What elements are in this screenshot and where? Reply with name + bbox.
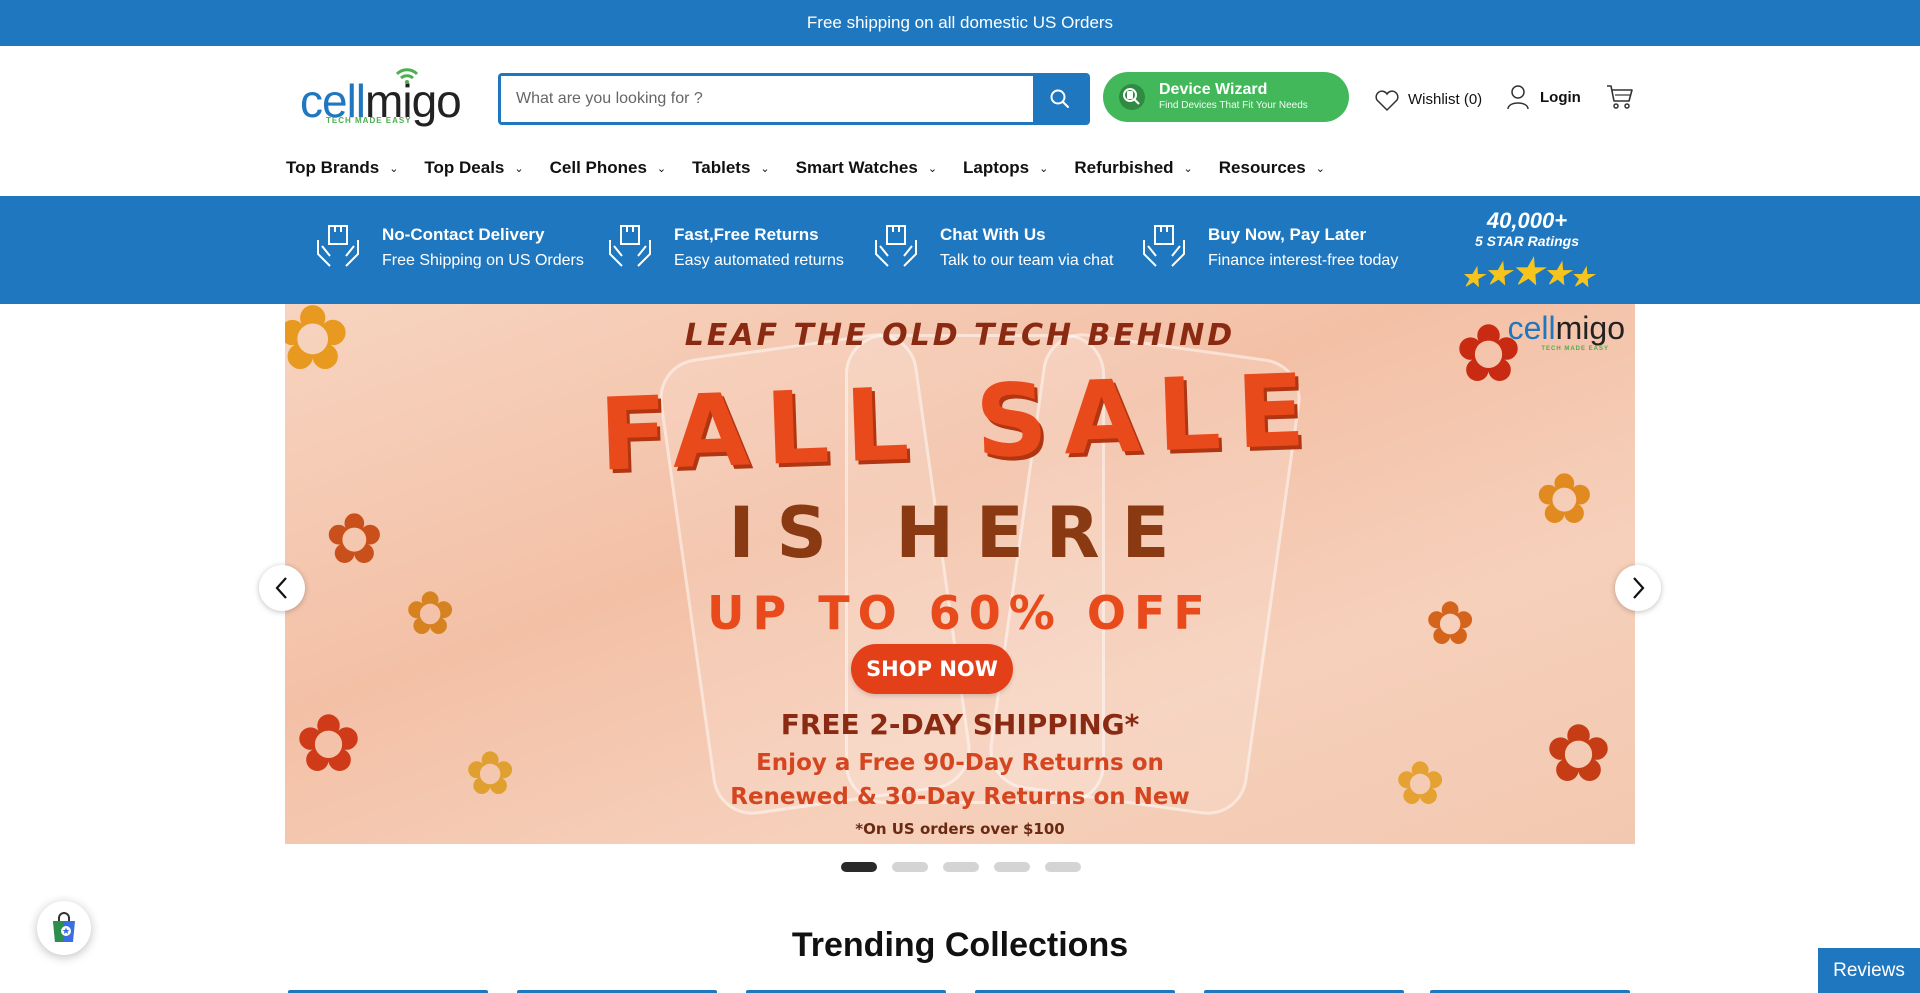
feature-title: Buy Now, Pay Later [1208,225,1367,244]
chevron-left-icon [275,577,287,599]
nav-item-smart-watches[interactable]: Smart Watches ⌄ [796,158,937,178]
wishlist-label: Wishlist (0) [1408,90,1483,108]
hands-box-icon [609,225,651,267]
banner-returns-line2: Renewed & 30-Day Returns on New [730,784,1190,810]
banner-headline: FALL SALE [597,351,1323,494]
feature-fast-free-returns: Fast,Free Returns Easy automated returns [608,224,844,274]
feature-buy-now-pay-later: Buy Now, Pay Later Finance interest-free… [1142,224,1398,274]
banner-footnote: *On US orders over $100 [855,820,1065,838]
chevron-down-icon: ⌄ [389,162,399,175]
cart-icon [1607,85,1633,109]
wifi-icon [395,68,419,84]
device-wizard-button[interactable]: Device Wizard Find Devices That Fit Your… [1103,72,1349,122]
feature-subtitle: Finance interest-free today [1208,252,1399,269]
chevron-down-icon: ⌄ [1183,162,1193,175]
feature-title: Fast,Free Returns [674,225,819,244]
wizard-icon [1119,84,1145,110]
feature-no-contact-delivery: No-Contact Delivery Free Shipping on US … [316,224,584,274]
search-input[interactable] [501,76,1033,122]
banner-logo-tagline: TECH MADE EASY [1541,346,1609,352]
hands-box-icon [875,225,917,267]
feature-title: Chat With Us [940,225,1046,244]
carousel-dot[interactable] [841,862,877,872]
banner-shipping: FREE 2-DAY SHIPPING* [780,708,1140,741]
device-wizard-title: Device Wizard [1159,81,1268,98]
reviews-tab[interactable]: Reviews [1818,948,1920,993]
shop-app-button[interactable] [37,901,91,955]
star-icon: ★ [1570,262,1594,292]
nav-item-refurbished[interactable]: Refurbished ⌄ [1074,158,1192,178]
main-nav: Top Brands ⌄ Top Deals ⌄ Cell Phones ⌄ Tabl… [286,156,1351,180]
banner-logo: cellmigo [1507,310,1625,346]
shopping-bag-icon [53,912,75,942]
search-bar [498,73,1090,125]
chevron-down-icon: ⌄ [514,162,524,175]
chevron-down-icon: ⌄ [656,162,667,175]
ratings-badge: 40,000+ 5 STAR Ratings ★ ★ ★ ★ ★ [1452,208,1602,292]
wishlist-link[interactable]: Wishlist (0) [1374,86,1482,112]
carousel-dot[interactable] [994,862,1030,872]
user-icon [1507,85,1529,110]
chevron-down-icon: ⌄ [1039,162,1049,175]
heart-icon [1375,90,1399,112]
login-label: Login [1540,88,1581,106]
announcement-text: Free shipping on all domestic US Orders [806,13,1114,32]
chevron-down-icon: ⌄ [927,162,938,175]
hands-box-icon [317,225,359,267]
feature-title: No-Contact Delivery [382,225,545,244]
trending-collections-heading: Trending Collections [791,926,1129,964]
nav-item-top-deals[interactable]: Top Deals ⌄ [424,158,523,178]
carousel-dot[interactable] [943,862,979,872]
device-wizard-subtitle: Find Devices That Fit Your Needs [1159,100,1308,111]
site-logo[interactable]: cellmigo TECH MADE EASY [300,68,462,127]
site-header: cellmigo TECH MADE EASY Device Wizard Fi… [0,46,1920,196]
announcement-bar: Free shipping on all domestic US Orders [0,0,1920,46]
ratings-count: 40,000+ [1486,208,1568,233]
search-icon [1050,89,1069,108]
logo-tagline: TECH MADE EASY [326,116,412,125]
carousel-dot[interactable] [1045,862,1081,872]
nav-item-resources[interactable]: Resources ⌄ [1219,158,1325,178]
banner-subheadline: IS HERE [728,492,1192,574]
nav-item-top-brands[interactable]: Top Brands ⌄ [286,158,398,178]
star-icon: ★ [1510,251,1544,292]
banner-discount: UP TO 60% OFF [707,586,1213,640]
login-link[interactable]: Login [1506,84,1581,110]
feature-subtitle: Easy automated returns [674,252,844,269]
carousel-pagination [841,862,1096,872]
feature-chat-with-us: Chat With Us Talk to our team via chat [874,224,1113,274]
nav-item-cell-phones[interactable]: Cell Phones ⌄ [550,158,667,178]
feature-subtitle: Talk to our team via chat [940,252,1114,269]
chevron-down-icon: ⌄ [760,162,770,175]
banner-returns-line1: Enjoy a Free 90-Day Returns on [756,750,1164,776]
nav-item-tablets[interactable]: Tablets ⌄ [692,158,769,178]
star-icon: ★ [1483,258,1511,291]
hero-banner[interactable]: ✿ ✿ ✿ ✿ ✿ ✿ ✿ ✿ ✿ ✿ LEAF THE OLD TECH BE… [285,304,1635,844]
carousel-next-button[interactable] [1615,565,1661,611]
feature-subtitle: Free Shipping on US Orders [382,252,584,269]
nav-item-laptops[interactable]: Laptops ⌄ [963,158,1048,178]
ratings-label: 5 STAR Ratings [1475,233,1579,249]
carousel-prev-button[interactable] [259,565,305,611]
chevron-right-icon [1633,577,1645,599]
features-strip: No-Contact Delivery Free Shipping on US … [0,196,1920,304]
cart-button[interactable] [1606,84,1634,115]
star-icon: ★ [1460,262,1484,292]
search-button[interactable] [1033,76,1087,122]
hands-box-icon [1143,225,1185,267]
chevron-down-icon: ⌄ [1315,162,1325,175]
shop-now-button[interactable]: SHOP NOW [851,644,1013,694]
star-icon: ★ [1543,258,1571,291]
carousel-dot[interactable] [892,862,928,872]
star-rating: ★ ★ ★ ★ ★ [1452,251,1602,292]
